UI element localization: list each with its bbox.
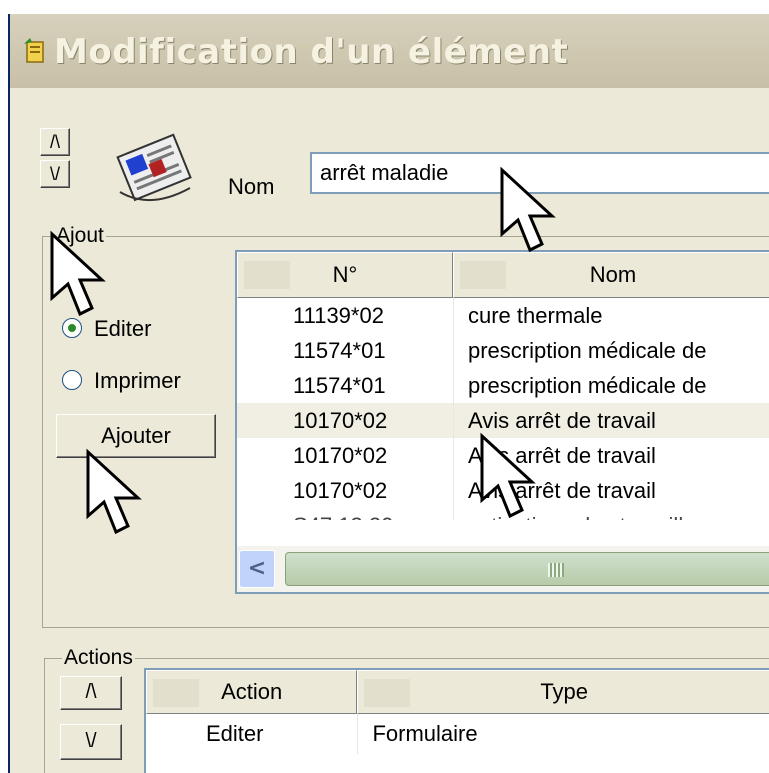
mouse-cursor-icon [500,166,556,253]
forms-list[interactable]: N° Nom 11139*02 cure thermale 11574*01 p… [235,250,769,594]
scroll-left-arrow-icon[interactable]: < [239,550,275,588]
mouse-cursor-icon [86,448,142,535]
scroll-thumb[interactable] [285,552,769,586]
cell-type: Formulaire [357,714,769,754]
column-header-type[interactable]: Type [357,670,769,714]
cell-nom: prescription médicale de [453,333,769,368]
column-header-num-label: N° [332,262,358,287]
actions-group-title: Actions [62,646,135,670]
actions-move-down-button[interactable]: \/ [60,724,122,760]
title-bar[interactable]: Modification d'un élément [10,14,769,88]
cell-num: 10170*02 [293,408,388,433]
column-header-action-label: Action [221,679,283,704]
radio-imprimer[interactable] [62,370,82,390]
dialog-window: Modification d'un élément /\ \/ Nom arrê… [8,14,769,773]
header-decoration [364,679,411,707]
column-header-type-label: Type [540,679,589,704]
header-decoration [244,261,290,289]
cell-num: 11139*02 [293,303,384,328]
mouse-cursor-icon [480,432,536,519]
window-title: Modification d'un élément [54,32,569,72]
move-up-button[interactable]: /\ [40,128,70,156]
table-row[interactable]: 11139*02 cure thermale [237,298,769,333]
cell-action: Editer [206,721,264,746]
cell-nom: cure thermale [453,298,769,333]
name-label: Nom [228,174,275,199]
cell-nom: prescription médicale de [453,368,769,403]
header-decoration [153,679,199,707]
table-row[interactable]: Editer Formulaire [146,714,769,754]
cell-num: 10170*02 [293,478,388,503]
cell-num: 11574*01 [293,338,386,363]
table-row[interactable]: 11574*01 prescription médicale de [237,368,769,403]
column-header-action[interactable]: Action [146,670,358,714]
actions-list-header: Action Type [146,670,769,714]
move-down-button[interactable]: \/ [40,160,70,188]
app-icon [24,38,44,63]
actions-list[interactable]: Action Type Editer Formulaire [144,668,769,773]
radio-imprimer-label: Imprimer [94,368,181,393]
mouse-cursor-icon [50,230,106,317]
horizontal-scrollbar[interactable]: < [237,546,769,592]
column-header-nom-label: Nom [589,262,637,287]
cell-num: S47 13 20 [237,508,453,520]
scroll-grip-icon [548,563,564,577]
column-header-num[interactable]: N° [237,252,453,298]
cell-num: 10170*02 [293,443,388,468]
actions-move-up-button[interactable]: /\ [60,676,122,710]
cell-num: 11574*01 [293,373,386,398]
newspaper-icon [116,133,192,202]
table-row[interactable]: 11574*01 prescription médicale de [237,333,769,368]
